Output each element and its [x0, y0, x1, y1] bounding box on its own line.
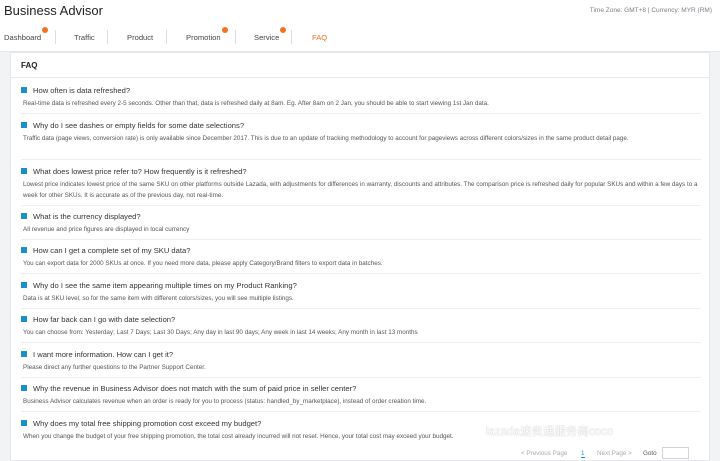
faq-question: I want more information. How can I get i…: [21, 350, 703, 359]
faq-item: What is the currency displayed? All reve…: [21, 212, 703, 235]
faq-question: How often is data refreshed?: [21, 86, 703, 95]
question-marker-icon: [21, 247, 27, 253]
question-marker-icon: [21, 282, 27, 288]
faq-divider: [21, 308, 701, 309]
faq-answer: You can export data for 2000 SKUs at onc…: [23, 260, 383, 267]
tab-traffic-label: Traffic: [74, 32, 95, 42]
question-marker-icon: [21, 420, 27, 426]
question-marker-icon: [21, 168, 27, 174]
question-marker-icon: [21, 351, 27, 357]
watermark: lazada速卖通服务商coco: [468, 423, 613, 439]
nav-divider: [235, 30, 236, 44]
faq-item: Why do I see dashes or empty fields for …: [21, 121, 703, 144]
faq-divider: [21, 411, 701, 412]
faq-question: What does lowest price refer to? How fre…: [21, 167, 703, 176]
faq-question-text: I want more information. How can I get i…: [33, 350, 174, 359]
timezone-currency-info: Time Zone: GMT+8 | Currency: MYR (RM): [589, 7, 712, 14]
tab-promotion[interactable]: Promotion: [186, 27, 228, 45]
notification-dot-icon: [222, 27, 228, 33]
faq-question-text: How can I get a complete set of my SKU d…: [33, 246, 191, 255]
faq-answer: You can choose from: Yesterday; Last 7 D…: [23, 329, 418, 336]
faq-answer: Data is at SKU level, so for the same it…: [23, 295, 294, 302]
tab-service-label: Service: [254, 32, 280, 42]
tab-faq-label: FAQ: [312, 32, 328, 42]
previous-page-link[interactable]: < Previous Page: [521, 450, 567, 457]
question-marker-icon: [21, 385, 27, 391]
tab-faq[interactable]: FAQ: [312, 29, 327, 45]
faq-question-text: What is the currency displayed?: [33, 212, 141, 221]
nav-divider: [291, 30, 292, 44]
faq-answer: All revenue and price figures are displa…: [23, 226, 190, 233]
tab-traffic[interactable]: Traffic: [74, 29, 95, 45]
faq-divider: [21, 273, 701, 274]
goto-label: Goto: [643, 450, 657, 457]
faq-question-text: What does lowest price refer to? How fre…: [33, 167, 247, 176]
faq-panel: FAQ How often is data refreshed? Real-ti…: [10, 52, 710, 461]
faq-question-text: How far back can I go with date selectio…: [33, 315, 176, 324]
faq-item: How far back can I go with date selectio…: [21, 315, 703, 338]
faq-question-text: Why do I see dashes or empty fields for …: [33, 121, 245, 130]
faq-divider: [21, 239, 701, 240]
question-marker-icon: [21, 316, 27, 322]
notification-dot-icon: [42, 27, 48, 33]
faq-item: How can I get a complete set of my SKU d…: [21, 246, 703, 269]
faq-item: I want more information. How can I get i…: [21, 350, 703, 373]
faq-divider: [21, 113, 701, 114]
watermark-text: lazada速卖通服务商coco: [486, 426, 614, 438]
faq-question: How can I get a complete set of my SKU d…: [21, 246, 703, 255]
faq-divider: [21, 377, 701, 378]
faq-question: Why the revenue in Business Advisor does…: [21, 384, 703, 393]
faq-answer: Lowest price indicates lowest price of t…: [23, 181, 698, 199]
faq-question: Why do I see dashes or empty fields for …: [21, 121, 703, 130]
tab-product-label: Product: [127, 32, 154, 42]
app-title: Business Advisor: [4, 3, 103, 18]
nav-divider: [107, 30, 108, 44]
tab-dashboard[interactable]: Dashboard: [4, 27, 48, 45]
faq-divider: [21, 342, 701, 343]
faq-question-text: Why the revenue in Business Advisor does…: [33, 384, 357, 393]
tab-promotion-label: Promotion: [186, 32, 221, 42]
goto-page-input[interactable]: [662, 447, 689, 459]
faq-item: Why the revenue in Business Advisor does…: [21, 384, 703, 407]
faq-question: Why do I see the same item appearing mul…: [21, 281, 703, 290]
faq-item: What does lowest price refer to? How fre…: [21, 167, 703, 201]
faq-answer: Real-time data is refreshed every 2-5 se…: [23, 100, 489, 107]
nav-divider: [166, 30, 167, 44]
faq-question-text: How often is data refreshed?: [33, 86, 131, 95]
current-page[interactable]: 1: [581, 450, 585, 458]
question-marker-icon: [21, 87, 27, 93]
faq-answer: Please direct any further questions to t…: [23, 364, 206, 371]
chat-bubble-icon: [469, 424, 481, 438]
tab-product[interactable]: Product: [127, 29, 153, 45]
faq-question-text: Why does my total free shipping promotio…: [33, 419, 262, 428]
nav-divider: [55, 30, 56, 44]
faq-question: How far back can I go with date selectio…: [21, 315, 703, 324]
next-page-link[interactable]: Next Page >: [597, 450, 632, 457]
faq-divider: [21, 205, 701, 206]
faq-item: Why do I see the same item appearing mul…: [21, 281, 703, 304]
notification-dot-icon: [280, 27, 286, 33]
faq-answer: Traffic data (page views, conversion rat…: [23, 135, 629, 142]
tab-dashboard-label: Dashboard: [4, 32, 42, 42]
faq-question: What is the currency displayed?: [21, 212, 703, 221]
main-nav: Dashboard Traffic Product Promotion Serv…: [0, 25, 720, 51]
faq-item: How often is data refreshed? Real-time d…: [21, 86, 703, 109]
faq-divider: [21, 159, 701, 160]
heading-divider: [11, 77, 709, 78]
pagination: < Previous Page 1 Next Page > Goto: [0, 447, 720, 461]
faq-question-text: Why do I see the same item appearing mul…: [33, 281, 297, 290]
top-bar: Business Advisor Time Zone: GMT+8 | Curr…: [0, 0, 720, 52]
question-marker-icon: [21, 122, 27, 128]
faq-heading: FAQ: [21, 61, 38, 70]
faq-answer: Business Advisor calculates revenue when…: [23, 398, 427, 405]
tab-service[interactable]: Service: [254, 27, 286, 45]
question-marker-icon: [21, 213, 27, 219]
